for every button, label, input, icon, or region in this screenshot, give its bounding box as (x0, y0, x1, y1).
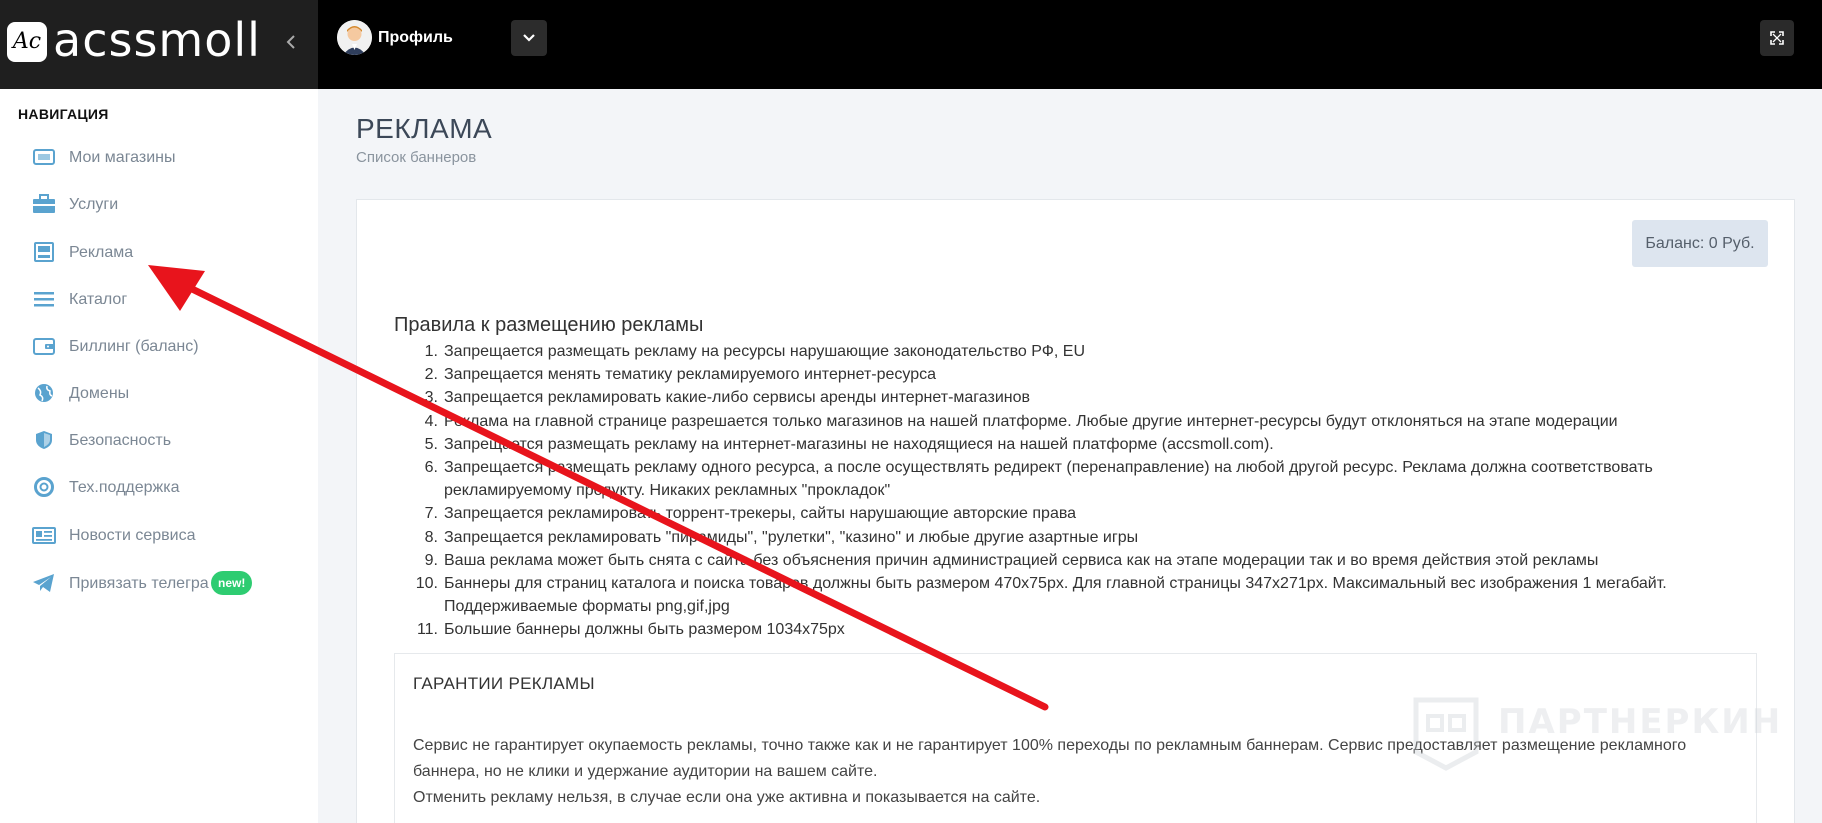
sidebar-item-security[interactable]: Безопасность (0, 420, 318, 460)
wallet-icon (33, 338, 55, 355)
sidebar-item-label: Реклама (69, 244, 134, 261)
list-item: 10. Баннеры для страниц каталога и поиска… (415, 575, 1667, 616)
watermark-logo-icon (1413, 697, 1479, 771)
rules-title: Правила к размещению рекламы (394, 314, 704, 336)
list-item: 7. Запрещается рекламировать торрент-трек… (424, 505, 1077, 523)
logo-area: Ac acssmoll (0, 0, 318, 89)
logo-badge[interactable]: Ac (7, 22, 47, 62)
list-item: 8. Запрещается рекламировать "пирамиды", … (424, 528, 1139, 546)
new-badge: new! (211, 571, 253, 595)
sidebar-item-label: Тех.поддержка (69, 479, 180, 496)
rules-list: 1. Запрещается размещать рекламу на ресур… (394, 340, 1714, 642)
profile-dropdown-button[interactable] (511, 20, 547, 56)
sidebar-item-services[interactable]: Услуги (0, 184, 318, 224)
list-item: 11. Большие баннеры должны быть размером … (416, 621, 845, 639)
page-subtitle: Список баннеров (356, 149, 477, 166)
sidebar-item-label: Каталог (69, 291, 128, 308)
sidebar-item-support[interactable]: Тех.поддержка (0, 467, 318, 507)
sidebar-item-catalog[interactable]: Каталог (0, 279, 318, 319)
profile-label[interactable]: Профиль (378, 27, 453, 49)
sidebar-item-domains[interactable]: Домены (0, 373, 318, 413)
list-item: 6. Запрещается размещать рекламу одного р… (424, 459, 1653, 500)
newspaper-icon (32, 527, 56, 544)
shield-icon (36, 431, 52, 449)
list-item: 9. Ваша реклама может быть снята с сайта … (424, 551, 1599, 569)
top-bar: Ac acssmoll Профиль (0, 0, 1822, 89)
sidebar-item-label: Привязать телегра (69, 575, 209, 592)
sidebar-item-telegram[interactable]: Привязать телегра new! (0, 563, 318, 603)
briefcase-icon (33, 194, 55, 213)
list-icon (34, 292, 54, 307)
sidebar-item-label: Биллинг (баланс) (69, 338, 199, 355)
sidebar-item-label: Безопасность (69, 432, 172, 449)
fullscreen-button[interactable] (1760, 20, 1794, 56)
sidebar-item-label: Новости сервиса (69, 527, 196, 544)
sidebar-item-ads[interactable]: Реклама (0, 232, 318, 272)
user-avatar-icon (337, 20, 372, 55)
list-item: 4. Реклама на главной странице разрешаетс… (424, 412, 1618, 430)
sidebar-item-stores[interactable]: Мои магазины (0, 137, 318, 177)
banner-icon (34, 242, 54, 262)
list-item: 5. Запрещается размещать рекламу на интер… (424, 435, 1274, 453)
store-icon (33, 149, 55, 165)
sidebar: НАВИГАЦИЯ Мои магазины Услуги Реклама Ка… (0, 89, 318, 823)
guarantee-title: ГАРАНТИИ РЕКЛАМЫ (413, 674, 595, 693)
expand-icon (1770, 31, 1784, 45)
telegram-icon (33, 574, 54, 592)
page-title: РЕКЛАМА (356, 113, 493, 144)
avatar[interactable] (337, 20, 372, 55)
nav-heading: НАВИГАЦИЯ (18, 106, 109, 122)
list-item: 2. Запрещается менять тематику рекламируе… (424, 366, 937, 384)
sidebar-item-label: Домены (69, 385, 130, 402)
sidebar-item-news[interactable]: Новости сервиса (0, 515, 318, 555)
sidebar-item-label: Мои магазины (69, 149, 176, 166)
collapse-sidebar-button[interactable] (282, 28, 300, 56)
balance-badge: Баланс: 0 Руб. (1632, 220, 1768, 267)
sidebar-item-label: Услуги (69, 196, 119, 213)
globe-icon (35, 384, 53, 402)
list-item: 3. Запрещается рекламировать какие-либо с… (424, 389, 1031, 407)
lifebuoy-icon (34, 477, 54, 497)
watermark: ПАРТНЕРКИН (1410, 694, 1780, 774)
logo-text[interactable]: acssmoll (53, 14, 261, 66)
chevron-left-icon (286, 35, 295, 49)
chevron-down-icon (523, 34, 535, 42)
list-item: 1. Запрещается размещать рекламу на ресур… (424, 343, 1086, 360)
sidebar-item-billing[interactable]: Биллинг (баланс) (0, 326, 318, 366)
